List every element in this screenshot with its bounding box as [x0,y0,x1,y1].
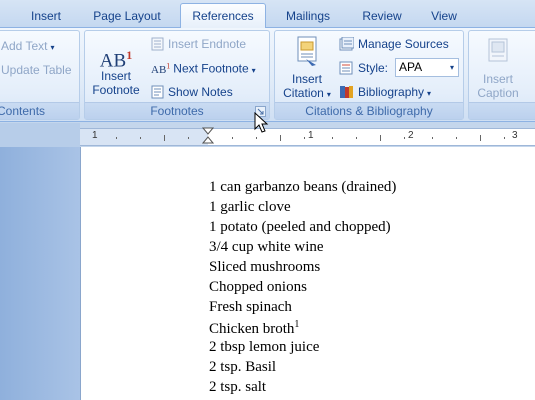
add-text-button[interactable]: Add Text ▾ [1,39,55,53]
footnote-ab-icon: AB1 [89,41,143,71]
ruler-tick [480,135,481,141]
insert-footnote-label-1: Insert [100,69,131,83]
style-dropdown-value: APA [399,60,423,74]
chevron-down-icon: ▾ [251,65,256,75]
horizontal-ruler[interactable]: 1 1 2 3 [80,127,535,146]
bibliography-label: Bibliography [358,85,425,99]
next-footnote-label: Next Footnote [173,61,249,76]
ruler-left-margin [0,123,80,147]
chevron-down-icon: ▾ [427,89,432,98]
document-line: Chopped onions [209,279,307,295]
footnote-reference[interactable]: 1 [294,319,299,330]
document-line: 3/4 cup white wine [209,239,324,255]
insert-citation-icon [297,36,317,66]
manage-sources-label: Manage Sources [358,37,449,51]
ruler-dot [304,137,305,139]
document-line: 1 potato (peeled and chopped) [209,219,391,235]
ruler-dot [404,137,405,139]
bibliography-button[interactable]: Bibliography ▾ [339,85,431,99]
ruler-number: 1 [92,130,98,141]
ruler-tick [164,135,165,141]
document-line: 2 tsp. salt [209,379,267,395]
update-table-label: Update Table [1,63,72,77]
insert-endnote-button[interactable]: Insert Endnote [151,37,246,51]
insert-citation-label-1: Insert [291,72,322,86]
mouse-cursor-icon [254,112,269,133]
ruler-number: 3 [512,130,518,141]
add-text-label: Add Text [1,39,48,53]
group-label-captions [469,102,535,119]
ruler-dot [116,137,117,139]
show-notes-icon [151,85,164,99]
chevron-down-icon: ▾ [326,90,331,99]
group-label-contents: Contents [0,102,79,119]
insert-endnote-icon [151,37,164,51]
ruler-number: 1 [308,130,314,141]
document-background [0,147,80,400]
show-notes-label: Show Notes [168,85,233,99]
document-line: 1 garlic clove [209,199,291,215]
indent-marker-icon[interactable] [202,127,214,145]
insert-citation-label-2-text: Citation [283,86,324,100]
tab-review[interactable]: Review [352,6,412,28]
ruler-dot [256,137,257,139]
ruler-dot [332,137,333,139]
insert-caption-icon [488,38,508,62]
insert-caption-label-2: Caption [477,86,519,100]
ruler-dot [232,137,233,139]
group-label-footnotes: Footnotes [85,102,269,119]
ruler-tick [280,135,281,141]
chevron-down-icon: ▾ [50,43,55,52]
tab-references[interactable]: References [180,3,266,29]
ruler-dot [504,137,505,139]
chevron-down-icon: ▾ [449,63,454,72]
ab-icon-sup: 1 [126,48,133,62]
document-line-text: Chicken broth [209,321,295,337]
update-table-button[interactable]: Update Table [1,63,72,77]
group-captions: Insert Caption [468,30,535,120]
group-citations-bibliography: Insert Citation ▾ Manage Sources Style: A… [274,30,464,120]
group-label-citations: Citations & Bibliography [275,102,463,119]
next-footnote-button[interactable]: AB1 Next Footnote ▾ [151,61,256,76]
manage-sources-button[interactable]: Manage Sources [339,36,449,51]
insert-caption-button[interactable]: Insert Caption [471,37,525,100]
document-line: Fresh spinach [209,299,292,315]
insert-citation-label-2: Citation ▾ [279,86,335,102]
insert-footnote-button[interactable]: AB1 Insert Footnote [89,41,143,97]
style-label: Style: [358,61,389,75]
insert-citation-button[interactable]: Insert Citation ▾ [279,35,335,102]
group-table-of-contents: Add Text ▾ Update Table Contents [0,30,80,120]
document-line: 2 tsp. Basil [209,359,277,375]
ribbon: Add Text ▾ Update Table Contents AB1 Inse… [0,28,535,122]
ruler-tick [380,135,381,141]
style-icon [339,61,353,75]
insert-caption-label-1: Insert [482,72,513,86]
next-footnote-icon: AB1 [151,61,171,76]
style-selector: Style: [339,61,388,75]
tab-page-layout[interactable]: Page Layout [84,6,170,28]
document-line: 1 can garbanzo beans (drained) [209,179,397,195]
manage-sources-icon [339,36,355,51]
document-page[interactable]: 1 can garbanzo beans (drained) 1 garlic … [80,147,535,400]
document-line: Sliced mushrooms [209,259,321,275]
tab-insert[interactable]: Insert [18,6,74,28]
bibliography-icon [340,86,353,98]
ruler-dot [356,137,357,139]
document-line-with-footnote: Chicken broth1 [209,319,299,338]
insert-endnote-label: Insert Endnote [168,37,247,51]
tab-mailings[interactable]: Mailings [276,6,340,28]
ruler-dot [140,137,141,139]
ruler-dot [432,137,433,139]
footnotes-label-text: Footnotes [150,104,204,118]
show-notes-button[interactable]: Show Notes [151,85,233,99]
document-line: 2 tbsp lemon juice [209,339,320,355]
tab-view[interactable]: View [420,6,468,28]
group-footnotes: AB1 Insert Footnote Insert Endnote AB1 Ne… [84,30,270,120]
ruler-dot [456,137,457,139]
ruler-number: 2 [408,130,414,141]
insert-footnote-label-2: Footnote [92,83,140,97]
style-dropdown[interactable]: APA ▾ [395,58,459,77]
ruler-dot [188,137,189,139]
ribbon-tab-bar: Insert Page Layout References Mailings R… [0,0,535,29]
